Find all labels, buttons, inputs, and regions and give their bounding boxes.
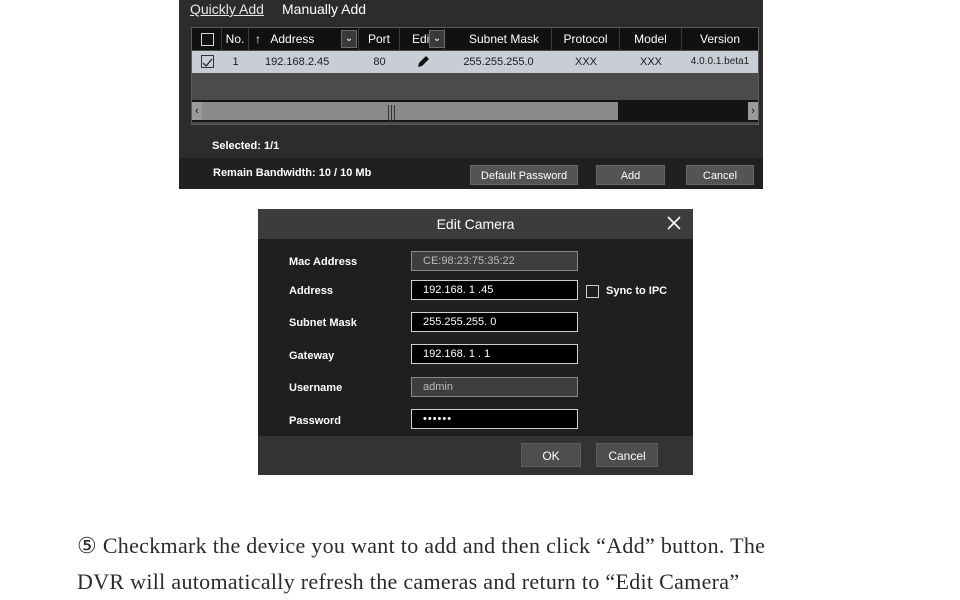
selected-count: Selected: 1/1: [212, 140, 280, 152]
remaining-bandwidth: Remain Bandwidth: 10 / 10 Mb: [213, 167, 372, 179]
checkmark-icon: [202, 58, 213, 67]
instruction-text: ⑤ Checkmark the device you want to add a…: [77, 528, 937, 600]
mac-address-field: CE:98:23:75:35:22: [411, 251, 578, 271]
sync-to-ipc-checkbox[interactable]: [586, 285, 599, 298]
subnet-mask-label: Subnet Mask: [289, 317, 357, 329]
add-button[interactable]: Add: [596, 165, 665, 185]
bottom-bar: Remain Bandwidth: 10 / 10 Mb Default Pas…: [179, 158, 763, 189]
close-icon[interactable]: [665, 214, 683, 232]
password-field[interactable]: ••••••: [411, 409, 578, 429]
username-field: admin: [411, 377, 578, 397]
scrollbar-thumb[interactable]: [202, 102, 618, 121]
row-edit-cell: [400, 51, 445, 73]
row-checkbox[interactable]: [201, 55, 214, 68]
sync-to-ipc-label: Sync to IPC: [606, 285, 668, 297]
header-version[interactable]: Version: [682, 28, 758, 50]
scroll-left-arrow-icon[interactable]: ‹: [192, 102, 202, 120]
edit-dropdown-chevron-icon[interactable]: ⌄: [429, 30, 445, 48]
row-protocol: XXX: [574, 56, 597, 68]
add-mode-tabs: Quickly Add Manually Add: [179, 0, 763, 22]
row-model: XXX: [639, 56, 662, 68]
password-label: Password: [289, 415, 341, 427]
cancel-button[interactable]: Cancel: [686, 165, 754, 185]
header-no[interactable]: No.: [222, 28, 249, 50]
row-version: 4.0.0.1.beta1: [690, 56, 750, 67]
scroll-right-arrow-icon[interactable]: ›: [748, 102, 758, 120]
device-table: No. ↑ Address ⌄ Port Edit ⌄ Subnet Mask …: [191, 27, 759, 125]
address-dropdown-chevron-icon[interactable]: ⌄: [341, 30, 357, 48]
row-address: 192.168.2.45: [265, 56, 330, 68]
address-field[interactable]: 192.168. 1 .45: [411, 280, 578, 300]
row-no: 1: [232, 56, 239, 68]
pencil-icon[interactable]: [416, 55, 430, 69]
username-label: Username: [289, 382, 343, 394]
address-label: Address: [289, 285, 334, 297]
dialog-body: Mac Address CE:98:23:75:35:22 Address 19…: [258, 239, 693, 436]
instruction-line-1: ⑤ Checkmark the device you want to add a…: [77, 533, 766, 558]
select-all-checkbox[interactable]: [201, 33, 214, 46]
dialog-title: Edit Camera: [258, 209, 693, 239]
header-edit[interactable]: Edit ⌄: [400, 28, 445, 50]
header-model[interactable]: Model: [620, 28, 682, 50]
header-protocol[interactable]: Protocol: [552, 28, 620, 50]
table-header: No. ↑ Address ⌄ Port Edit ⌄ Subnet Mask …: [192, 28, 758, 50]
ok-button[interactable]: OK: [521, 443, 581, 467]
gateway-field[interactable]: 192.168. 1 . 1: [411, 344, 578, 364]
row-port: 80: [373, 56, 386, 68]
table-row[interactable]: 1 192.168.2.45 80 255.255.255.0 XXX XXX …: [192, 51, 758, 73]
row-subnet-mask: 255.255.255.0: [463, 56, 534, 68]
subnet-mask-field[interactable]: 255.255.255. 0: [411, 312, 578, 332]
tab-quickly-add[interactable]: Quickly Add: [190, 0, 264, 18]
gateway-label: Gateway: [289, 350, 335, 362]
header-subnet-mask[interactable]: Subnet Mask: [445, 28, 552, 50]
horizontal-scrollbar[interactable]: ‹ ›: [192, 100, 758, 122]
header-address[interactable]: ↑ Address ⌄: [249, 28, 359, 50]
header-port[interactable]: Port: [359, 28, 400, 50]
mac-address-label: Mac Address: [289, 256, 358, 268]
tab-manually-add[interactable]: Manually Add: [282, 0, 366, 18]
dialog-cancel-button[interactable]: Cancel: [596, 443, 658, 467]
instruction-line-2: DVR will automatically refresh the camer…: [77, 569, 740, 594]
edit-camera-dialog: Edit Camera Mac Address CE:98:23:75:35:2…: [258, 209, 693, 475]
header-select-all-cell: [192, 28, 222, 50]
default-password-button[interactable]: Default Password: [470, 165, 578, 185]
header-address-label: Address: [270, 32, 315, 46]
sort-up-icon: ↑: [255, 32, 261, 46]
scrollbar-grip-icon: [388, 105, 400, 121]
add-camera-panel: Quickly Add Manually Add No. ↑ Address ⌄…: [179, 0, 763, 189]
